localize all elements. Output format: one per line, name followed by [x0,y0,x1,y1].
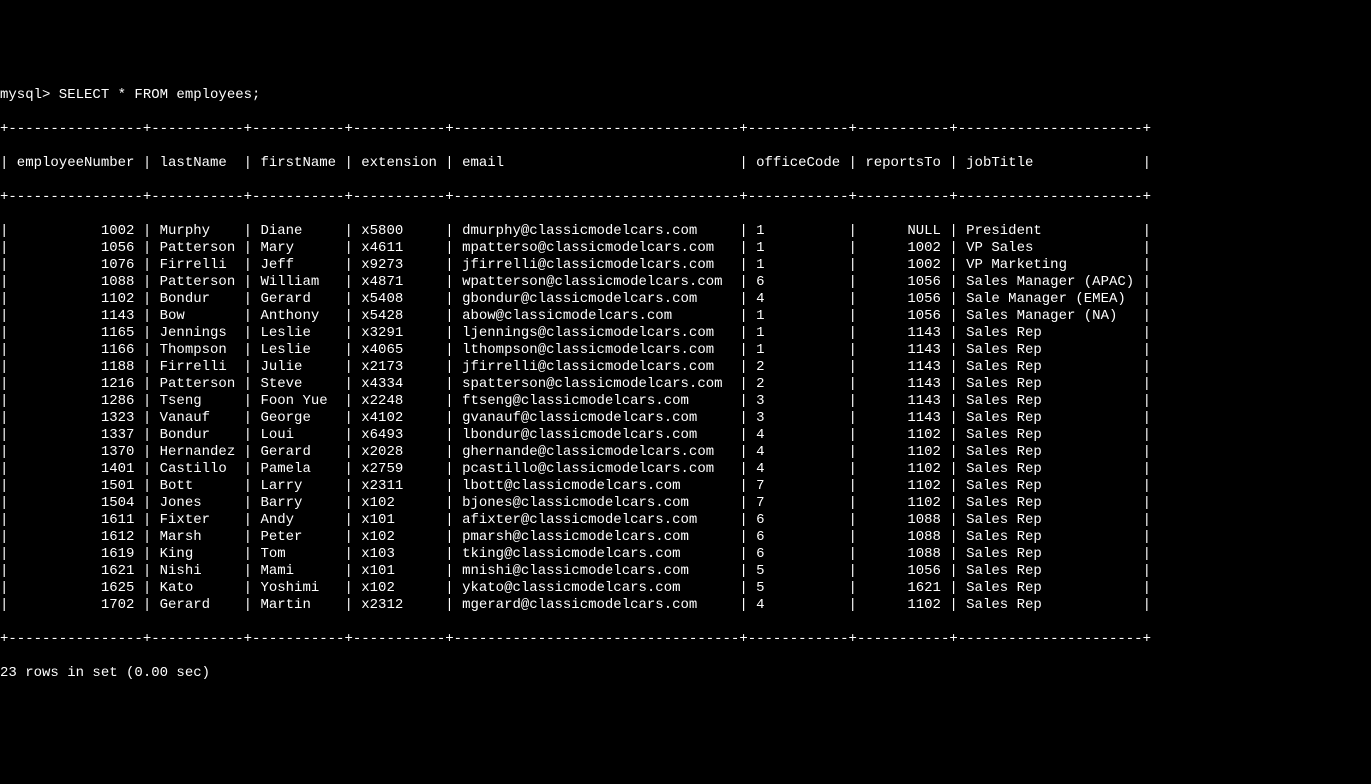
table-row: | 1216 | Patterson | Steve | x4334 | spa… [0,376,1371,393]
table-row: | 1370 | Hernandez | Gerard | x2028 | gh… [0,444,1371,461]
table-row: | 1621 | Nishi | Mami | x101 | mnishi@cl… [0,563,1371,580]
table-rows: | 1002 | Murphy | Diane | x5800 | dmurph… [0,223,1371,614]
table-row: | 1188 | Firrelli | Julie | x2173 | jfir… [0,359,1371,376]
table-row: | 1612 | Marsh | Peter | x102 | pmarsh@c… [0,529,1371,546]
table-row: | 1056 | Patterson | Mary | x4611 | mpat… [0,240,1371,257]
table-row: | 1165 | Jennings | Leslie | x3291 | lje… [0,325,1371,342]
table-row: | 1143 | Bow | Anthony | x5428 | abow@cl… [0,308,1371,325]
result-footer: 23 rows in set (0.00 sec) [0,665,1371,682]
table-row: | 1625 | Kato | Yoshimi | x102 | ykato@c… [0,580,1371,597]
table-row: | 1166 | Thompson | Leslie | x4065 | lth… [0,342,1371,359]
table-row: | 1619 | King | Tom | x103 | tking@class… [0,546,1371,563]
table-row: | 1702 | Gerard | Martin | x2312 | mgera… [0,597,1371,614]
table-row: | 1323 | Vanauf | George | x4102 | gvana… [0,410,1371,427]
table-row: | 1076 | Firrelli | Jeff | x9273 | jfirr… [0,257,1371,274]
table-header-row: | employeeNumber | lastName | firstName … [0,155,1371,172]
table-row: | 1401 | Castillo | Pamela | x2759 | pca… [0,461,1371,478]
table-row: | 1504 | Jones | Barry | x102 | bjones@c… [0,495,1371,512]
terminal-output: mysql> SELECT * FROM employees; +-------… [0,68,1371,699]
table-row: | 1088 | Patterson | William | x4871 | w… [0,274,1371,291]
sql-prompt-line: mysql> SELECT * FROM employees; [0,87,1371,104]
table-row: | 1102 | Bondur | Gerard | x5408 | gbond… [0,291,1371,308]
table-border-top: +----------------+-----------+----------… [0,121,1371,138]
table-border-mid: +----------------+-----------+----------… [0,189,1371,206]
table-row: | 1337 | Bondur | Loui | x6493 | lbondur… [0,427,1371,444]
table-row: | 1286 | Tseng | Foon Yue | x2248 | ftse… [0,393,1371,410]
table-row: | 1002 | Murphy | Diane | x5800 | dmurph… [0,223,1371,240]
table-row: | 1611 | Fixter | Andy | x101 | afixter@… [0,512,1371,529]
table-row: | 1501 | Bott | Larry | x2311 | lbott@cl… [0,478,1371,495]
table-border-bottom: +----------------+-----------+----------… [0,631,1371,648]
